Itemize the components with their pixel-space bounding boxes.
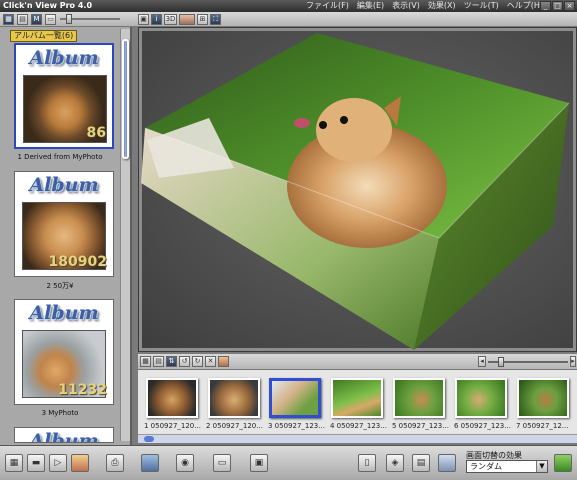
menu-bar: ファイル(F) 編集(E) 表示(V) 効果(X) ツール(T) ヘルプ(H) bbox=[306, 0, 543, 12]
thumbnail-1[interactable] bbox=[146, 378, 198, 418]
dog-nose bbox=[319, 121, 327, 129]
3d-icon[interactable]: 3D bbox=[164, 14, 177, 25]
frame-icon[interactable] bbox=[141, 454, 159, 472]
album-count: (6) bbox=[61, 31, 74, 40]
thumbnail-caption: 1 050927_120... bbox=[144, 422, 201, 430]
album-card-number: 86 bbox=[86, 125, 106, 141]
single-view-icon[interactable]: ▬ bbox=[27, 454, 45, 472]
zoom-in-icon[interactable]: ▸ bbox=[570, 356, 576, 367]
thumbnail-2[interactable] bbox=[208, 378, 260, 418]
album-card-2[interactable]: Album 180902 bbox=[14, 171, 114, 277]
sort-icon[interactable]: ⇅ bbox=[166, 356, 177, 367]
list-view-icon[interactable]: ▤ bbox=[153, 356, 164, 367]
thumbnail-4[interactable] bbox=[331, 378, 383, 418]
album-edit-icon[interactable] bbox=[71, 454, 89, 472]
slideshow-icon[interactable]: ▷ bbox=[49, 454, 67, 472]
album-list-label: アルバム一覧(6) bbox=[10, 30, 78, 42]
trash-icon[interactable]: ▯ bbox=[358, 454, 376, 472]
save-icon[interactable]: ▤ bbox=[17, 14, 28, 25]
sidebar-scroll-thumb[interactable] bbox=[122, 39, 129, 159]
image-viewer[interactable] bbox=[138, 27, 577, 352]
folder-icon[interactable]: ▭ bbox=[45, 14, 56, 25]
toolbar: ▦ ▤ M ▭ ▣ i 3D ⊞ ⛶ bbox=[0, 12, 577, 27]
menu-file[interactable]: ファイル(F) bbox=[306, 0, 349, 12]
album-list-title: アルバム一覧 bbox=[14, 31, 62, 40]
thumbnail-6[interactable] bbox=[455, 378, 507, 418]
print-icon[interactable]: ⎙ bbox=[106, 454, 124, 472]
app-title: Click'n View Pro 4.0 bbox=[3, 1, 93, 10]
info-icon[interactable]: i bbox=[151, 14, 162, 25]
strip-size-slider[interactable] bbox=[488, 357, 568, 367]
thumbnail-caption: 6 050927_123... bbox=[454, 422, 511, 430]
close-button[interactable]: × bbox=[564, 1, 575, 11]
photo-icon[interactable] bbox=[218, 356, 229, 367]
thumbnail-caption: 5 050927_123... bbox=[392, 422, 449, 430]
thumbnail-7[interactable] bbox=[517, 378, 569, 418]
rotate-right-icon[interactable]: ↻ bbox=[192, 356, 203, 367]
grid-view-icon[interactable]: ▦ bbox=[5, 454, 23, 472]
window-controls: _ □ × bbox=[540, 1, 575, 11]
save-disk-icon[interactable]: ▣ bbox=[250, 454, 268, 472]
transition-effect-value: ランダム bbox=[470, 462, 502, 471]
strip-scroll-thumb[interactable] bbox=[144, 436, 154, 442]
effects-icon[interactable]: ▤ bbox=[412, 454, 430, 472]
thumbnail-caption: 3 050927_123... bbox=[268, 422, 325, 430]
bottom-toolbar: ▦ ▬ ▷ ⎙ ◉ ▭ ▣ ▯ ◈ ▤ 画面切替の効果 ランダム ▼ bbox=[0, 445, 577, 480]
3d-cube-icon[interactable]: ◈ bbox=[386, 454, 404, 472]
album-card-1[interactable]: Album 86 bbox=[14, 43, 114, 149]
thumbnail-5[interactable] bbox=[393, 378, 445, 418]
maximize-button[interactable]: □ bbox=[552, 1, 563, 11]
strip-toolbar: ▦ ▤ ⇅ ↺ ↻ ✕ ◂ ▸ bbox=[138, 354, 577, 370]
album-card-number: 11232 bbox=[58, 382, 107, 398]
image-icon[interactable] bbox=[179, 14, 195, 25]
title-bar: Click'n View Pro 4.0 ファイル(F) 編集(E) 表示(V)… bbox=[0, 0, 577, 12]
thumbnail-caption: 7 050927_12... bbox=[516, 422, 569, 430]
image-mode-icon[interactable]: ▣ bbox=[138, 14, 149, 25]
album-card-4[interactable]: Album bbox=[14, 427, 114, 443]
sidebar-scrollbar[interactable] bbox=[120, 29, 130, 441]
strip-slider-knob[interactable] bbox=[498, 357, 504, 367]
album-card-title: Album bbox=[29, 430, 99, 443]
zoom-icon[interactable]: ⊞ bbox=[197, 14, 208, 25]
strip-scrollbar[interactable] bbox=[138, 434, 577, 443]
screen-effect-icon[interactable] bbox=[438, 454, 456, 472]
album-card-title: Album bbox=[29, 302, 99, 324]
album-card-number: 180902 bbox=[48, 254, 107, 270]
menu-effect[interactable]: 効果(X) bbox=[428, 0, 456, 12]
thumbnail-size-slider[interactable] bbox=[60, 14, 120, 24]
delete-icon[interactable]: ✕ bbox=[205, 356, 216, 367]
tile-view-icon[interactable]: ▦ bbox=[3, 14, 14, 25]
menu-help[interactable]: ヘルプ(H) bbox=[507, 0, 543, 12]
chevron-down-icon[interactable]: ▼ bbox=[536, 461, 547, 472]
thumbnail-3[interactable] bbox=[269, 378, 321, 418]
menu-view[interactable]: 表示(V) bbox=[392, 0, 420, 12]
rotate-left-icon[interactable]: ↺ bbox=[179, 356, 190, 367]
minimize-button[interactable]: _ bbox=[540, 1, 551, 11]
slider-knob[interactable] bbox=[66, 14, 72, 24]
thumbnail-caption: 2 050927_120... bbox=[206, 422, 263, 430]
album-sidebar: アルバム一覧(6) Album 86 1 Derived from MyPhot… bbox=[0, 27, 132, 445]
album-card-3[interactable]: Album 11232 bbox=[14, 299, 114, 405]
scanner-icon[interactable]: ▭ bbox=[213, 454, 231, 472]
dog-eye bbox=[340, 116, 348, 124]
menu-edit[interactable]: 編集(E) bbox=[357, 0, 384, 12]
fullscreen-icon[interactable]: ⛶ bbox=[210, 14, 221, 25]
tile-view-icon[interactable]: ▦ bbox=[140, 356, 151, 367]
album-card-title: Album bbox=[29, 174, 99, 196]
dog-tongue bbox=[294, 118, 310, 128]
menu-tools[interactable]: ツール(T) bbox=[464, 0, 499, 12]
album-caption-2: 2 50万¥ bbox=[46, 282, 74, 290]
album-card-title: Album bbox=[29, 47, 99, 69]
thumbnail-caption: 4 050927_123... bbox=[330, 422, 387, 430]
thumbnail-strip: 1 050927_120... 2 050927_120... 3 050927… bbox=[138, 370, 577, 434]
album-caption-1: 1 Derived from MyPhoto bbox=[17, 153, 103, 161]
album-caption-3: 3 MyPhoto bbox=[41, 409, 79, 417]
zoom-out-icon[interactable]: ◂ bbox=[478, 356, 486, 367]
m-icon[interactable]: M bbox=[31, 14, 42, 25]
camera-icon[interactable]: ◉ bbox=[176, 454, 194, 472]
dog-head bbox=[316, 98, 392, 162]
3d-cube-photo bbox=[141, 33, 570, 350]
status-icon[interactable] bbox=[554, 454, 572, 472]
transition-effect-select[interactable]: ランダム ▼ bbox=[466, 460, 548, 473]
